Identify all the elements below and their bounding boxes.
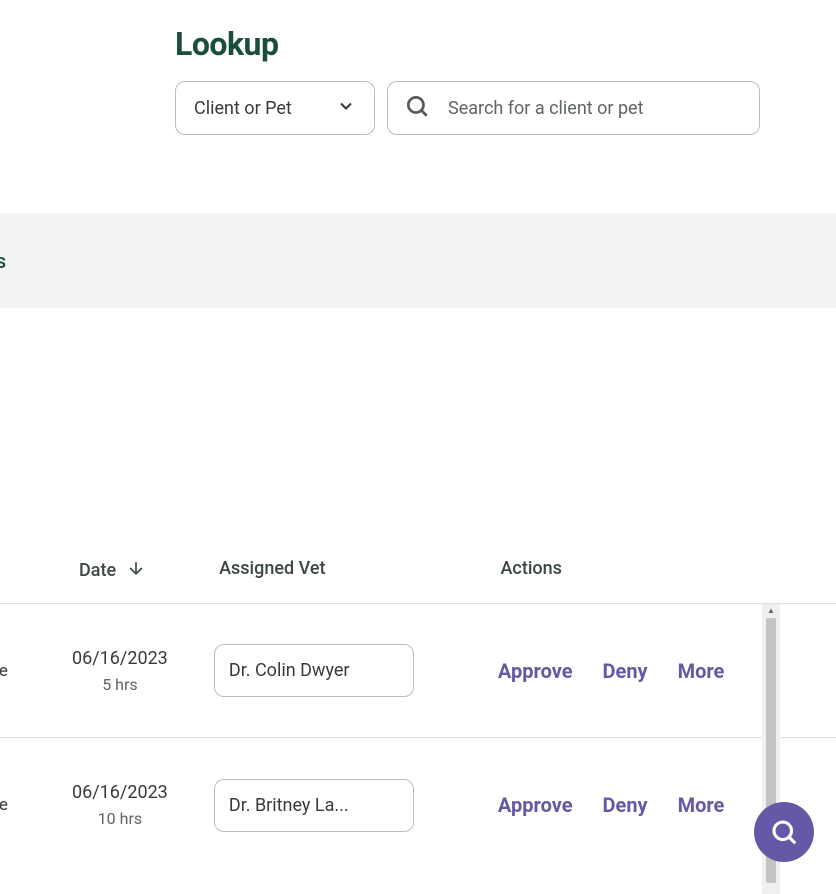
lookup-type-dropdown[interactable]: Client or Pet bbox=[175, 81, 375, 135]
row-date: 06/16/2023 bbox=[70, 782, 170, 803]
chevron-down-icon bbox=[336, 96, 356, 121]
approve-button[interactable]: Approve bbox=[498, 659, 573, 683]
search-icon bbox=[769, 817, 799, 847]
search-box[interactable] bbox=[387, 81, 760, 135]
row-date: 06/16/2023 bbox=[70, 648, 170, 669]
assigned-vet-select[interactable]: Dr. Colin Dwyer bbox=[214, 644, 414, 697]
column-header-assigned-vet[interactable]: Assigned Vet bbox=[219, 558, 325, 583]
deny-button[interactable]: Deny bbox=[603, 659, 648, 683]
column-header-actions: Actions bbox=[501, 558, 562, 583]
deny-button[interactable]: Deny bbox=[603, 793, 648, 817]
row-hours: 5 hrs bbox=[70, 675, 170, 694]
row-left-partial: ce bbox=[0, 795, 8, 815]
row-date-cell: 06/16/2023 10 hrs bbox=[70, 782, 170, 828]
column-header-date[interactable]: Date bbox=[79, 558, 146, 583]
search-input[interactable] bbox=[448, 98, 743, 119]
sort-descending-icon bbox=[126, 558, 146, 583]
search-fab-button[interactable] bbox=[754, 802, 814, 862]
more-button[interactable]: More bbox=[678, 793, 725, 817]
table-row: ce 06/16/2023 5 hrs Dr. Colin Dwyer Appr… bbox=[0, 604, 836, 738]
lookup-title: Lookup bbox=[175, 25, 836, 63]
dropdown-label: Client or Pet bbox=[194, 98, 292, 119]
assigned-vet-select[interactable]: Dr. Britney La... bbox=[214, 779, 414, 832]
table-row: ce 06/16/2023 10 hrs Dr. Britney La... A… bbox=[0, 738, 836, 872]
row-date-cell: 06/16/2023 5 hrs bbox=[70, 648, 170, 694]
date-header-label: Date bbox=[79, 560, 116, 581]
approve-button[interactable]: Approve bbox=[498, 793, 573, 817]
row-hours: 10 hrs bbox=[70, 809, 170, 828]
tab-partial[interactable]: ments bbox=[0, 249, 6, 273]
tab-bar: ments bbox=[0, 213, 836, 308]
scrollbar-up-arrow-icon: ▲ bbox=[767, 606, 775, 615]
more-button[interactable]: More bbox=[678, 659, 725, 683]
search-icon bbox=[404, 93, 430, 123]
row-left-partial: ce bbox=[0, 661, 8, 681]
table-header: Date Assigned Vet Actions bbox=[0, 558, 836, 604]
